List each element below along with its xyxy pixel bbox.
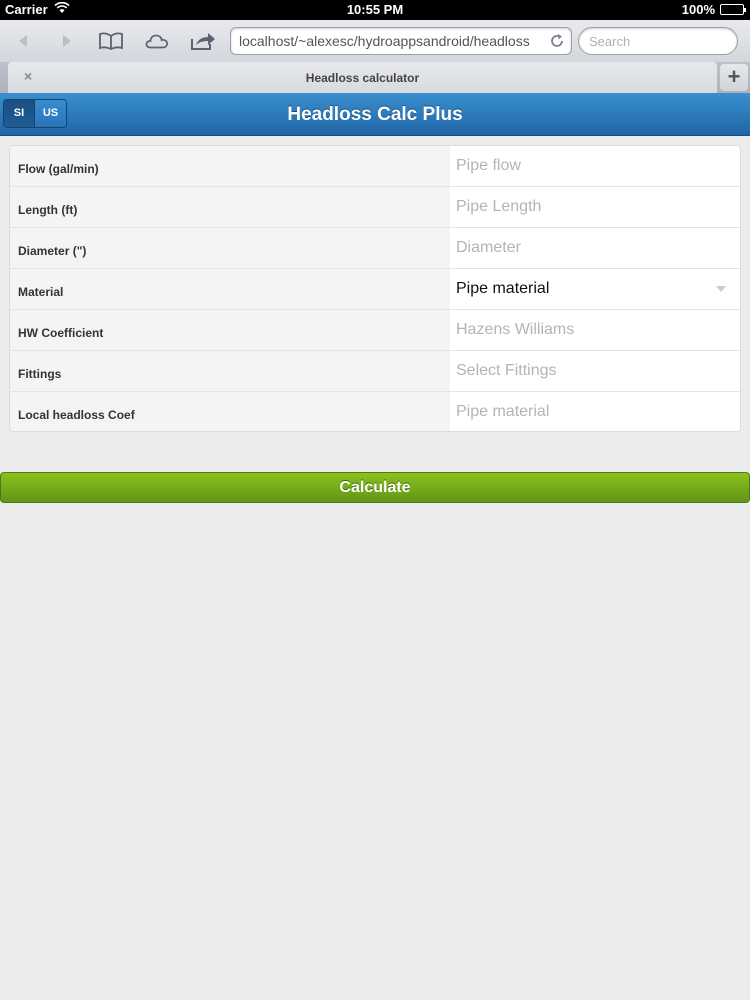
hw-coefficient-input[interactable]: Hazens Williams — [450, 310, 740, 350]
dropdown-arrow-icon — [716, 286, 726, 292]
material-select[interactable]: Pipe material — [450, 269, 740, 309]
material-select-value: Pipe material — [456, 280, 550, 297]
form-row-flow: Flow (gal/min) Pipe flow — [10, 146, 740, 187]
tab-headloss-calculator[interactable]: × Headloss calculator — [8, 62, 717, 93]
form-row-hw-coefficient: HW Coefficient Hazens Williams — [10, 310, 740, 351]
url-field[interactable]: localhost/~alexesc/hydroappsandroid/head… — [230, 27, 572, 55]
fittings-input[interactable]: Select Fittings — [450, 351, 740, 391]
close-tab-icon[interactable]: × — [24, 68, 32, 84]
local-headloss-input[interactable]: Pipe material — [450, 392, 740, 431]
fittings-label: Fittings — [10, 351, 450, 391]
local-headloss-label: Local headloss Coef — [10, 392, 450, 431]
reload-icon[interactable] — [548, 32, 566, 50]
tab-title: Headloss calculator — [305, 71, 420, 85]
form-row-diameter: Diameter (") Diameter — [10, 228, 740, 269]
diameter-input[interactable]: Diameter — [450, 228, 740, 268]
form-row-fittings: Fittings Select Fittings — [10, 351, 740, 392]
form-row-local-headloss: Local headloss Coef Pipe material — [10, 392, 740, 431]
forward-arrow-icon[interactable] — [54, 28, 80, 54]
app-header: SI US Headloss Calc Plus — [0, 93, 750, 136]
battery-percent: 100% — [681, 2, 715, 17]
back-arrow-icon[interactable] — [10, 28, 36, 54]
hw-coefficient-label: HW Coefficient — [10, 310, 450, 350]
flow-label: Flow (gal/min) — [10, 146, 450, 186]
form-row-length: Length (ft) Pipe Length — [10, 187, 740, 228]
length-label: Length (ft) — [10, 187, 450, 227]
form-row-material: Material Pipe material — [10, 269, 740, 310]
calculate-button[interactable]: Calculate — [0, 472, 750, 503]
share-icon[interactable] — [190, 28, 216, 54]
material-label: Material — [10, 269, 450, 309]
icloud-icon[interactable] — [144, 28, 170, 54]
battery-icon — [720, 4, 746, 15]
flow-input[interactable]: Pipe flow — [450, 146, 740, 186]
headloss-form: Flow (gal/min) Pipe flow Length (ft) Pip… — [9, 145, 741, 432]
search-field[interactable]: Search — [578, 27, 738, 55]
new-tab-button[interactable]: + — [720, 64, 748, 91]
page-title: Headloss Calc Plus — [287, 104, 463, 125]
clock: 10:55 PM — [346, 2, 404, 17]
length-input[interactable]: Pipe Length — [450, 187, 740, 227]
diameter-label: Diameter (") — [10, 228, 450, 268]
status-bar: Carrier 10:55 PM 100% — [0, 0, 750, 20]
bookmarks-icon[interactable] — [98, 28, 124, 54]
tab-bar: × Headloss calculator + — [0, 62, 750, 93]
browser-toolbar: localhost/~alexesc/hydroappsandroid/head… — [0, 20, 750, 62]
